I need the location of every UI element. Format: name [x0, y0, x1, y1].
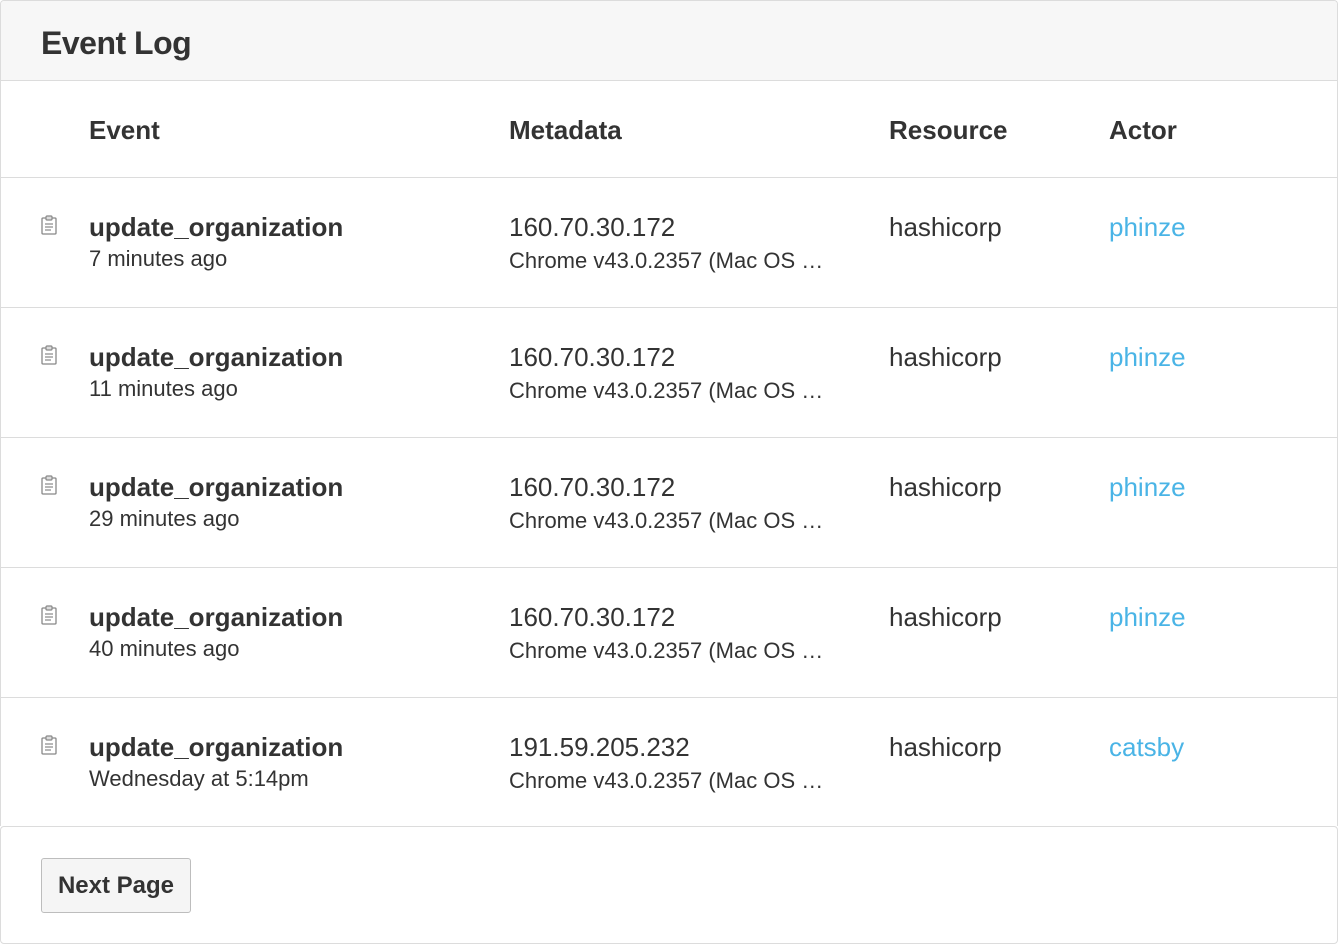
column-header-actor: Actor [1109, 115, 1177, 145]
actor-link[interactable]: phinze [1109, 472, 1186, 503]
ip-address: 191.59.205.232 [509, 732, 690, 762]
clipboard-icon [41, 345, 57, 365]
pagination-footer: Next Page [0, 826, 1338, 944]
user-agent: Chrome v43.0.2357 (Mac OS … [509, 248, 824, 273]
ip-address: 160.70.30.172 [509, 342, 676, 372]
ip-address: 160.70.30.172 [509, 602, 676, 632]
ip-address: 160.70.30.172 [509, 212, 676, 242]
event-name: update_organization [89, 732, 344, 762]
page-title: Event Log [41, 25, 192, 61]
clipboard-icon [41, 735, 57, 755]
clipboard-icon [41, 605, 57, 625]
user-agent: Chrome v43.0.2357 (Mac OS … [509, 508, 824, 533]
table-row: update_organization 29 minutes ago 160.7… [1, 438, 1337, 568]
table-row: update_organization 40 minutes ago 160.7… [1, 568, 1337, 698]
column-header-metadata: Metadata [509, 115, 622, 145]
resource-name: hashicorp [889, 342, 1002, 372]
event-time: 40 minutes ago [89, 636, 240, 661]
event-name: update_organization [89, 342, 344, 372]
column-header-event: Event [89, 115, 160, 145]
event-name: update_organization [89, 212, 344, 242]
table-row: update_organization Wednesday at 5:14pm … [1, 698, 1337, 826]
panel-header: Event Log [1, 1, 1337, 81]
actor-link[interactable]: phinze [1109, 212, 1186, 243]
user-agent: Chrome v43.0.2357 (Mac OS … [509, 638, 824, 663]
table-row: update_organization 7 minutes ago 160.70… [1, 178, 1337, 308]
user-agent: Chrome v43.0.2357 (Mac OS … [509, 768, 824, 793]
column-header-resource: Resource [889, 115, 1008, 145]
actor-link[interactable]: catsby [1109, 732, 1184, 763]
table-row: update_organization 11 minutes ago 160.7… [1, 308, 1337, 438]
clipboard-icon [41, 475, 57, 495]
event-table-body: update_organization 7 minutes ago 160.70… [1, 178, 1337, 826]
clipboard-icon [41, 215, 57, 235]
resource-name: hashicorp [889, 732, 1002, 762]
actor-link[interactable]: phinze [1109, 342, 1186, 373]
event-log-panel: Event Log Event Metadata Resource Actor … [0, 0, 1338, 826]
resource-name: hashicorp [889, 602, 1002, 632]
user-agent: Chrome v43.0.2357 (Mac OS … [509, 378, 824, 403]
event-time: Wednesday at 5:14pm [89, 766, 309, 791]
next-page-button[interactable]: Next Page [41, 858, 191, 913]
resource-name: hashicorp [889, 472, 1002, 502]
event-time: 11 minutes ago [89, 376, 238, 401]
actor-link[interactable]: phinze [1109, 602, 1186, 633]
event-time: 29 minutes ago [89, 506, 240, 531]
table-header-row: Event Metadata Resource Actor [1, 81, 1337, 178]
ip-address: 160.70.30.172 [509, 472, 676, 502]
event-name: update_organization [89, 602, 344, 632]
resource-name: hashicorp [889, 212, 1002, 242]
event-name: update_organization [89, 472, 344, 502]
event-time: 7 minutes ago [89, 246, 228, 271]
